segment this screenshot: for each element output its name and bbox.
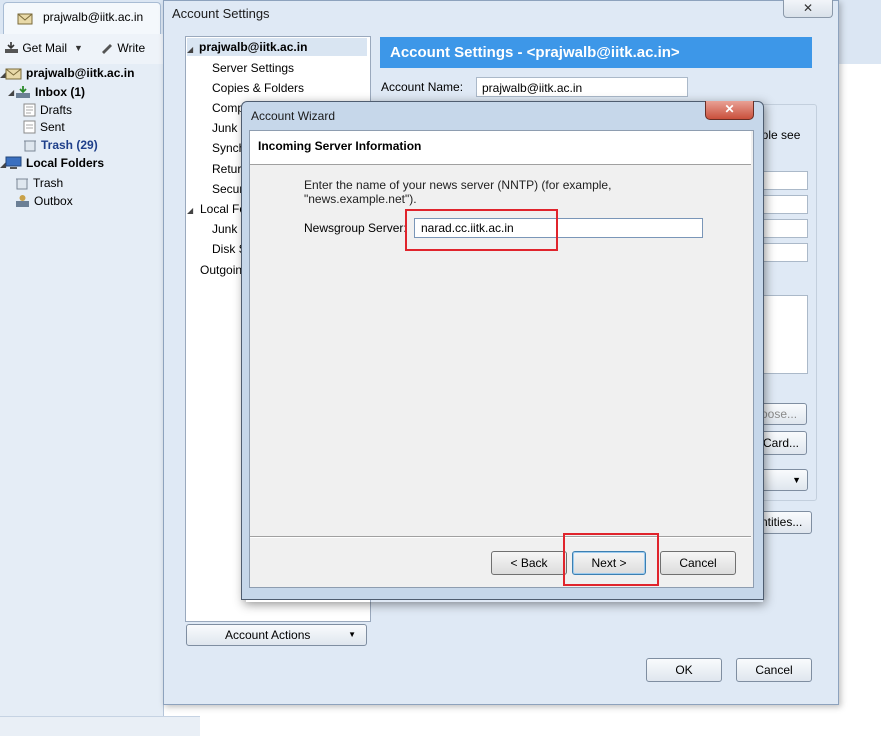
tab-label: prajwalb@iitk.ac.in — [43, 10, 144, 24]
account-settings-header: Account Settings - <prajwalb@iitk.ac.in> — [380, 37, 812, 68]
sent-icon — [23, 120, 36, 134]
ok-button[interactable]: OK — [646, 658, 722, 682]
inbox-twisty-icon[interactable]: ◢ — [8, 88, 14, 97]
mail-tab[interactable]: prajwalb@iitk.ac.in — [3, 2, 161, 35]
account-settings-header-text: Account Settings - <prajwalb@iitk.ac.in> — [390, 44, 680, 61]
tree-item-account[interactable]: prajwalb@iitk.ac.in — [199, 40, 307, 54]
your-name-input[interactable] — [760, 171, 808, 190]
wizard-title: Account Wizard — [251, 109, 336, 123]
account-name-label: Account Name: — [381, 80, 464, 94]
account-settings-title: Account Settings — [172, 6, 270, 21]
wizard-page-title: Incoming Server Information — [258, 139, 422, 153]
tree-item-local-folders[interactable]: Local Fo — [200, 202, 246, 216]
reply-to-input[interactable] — [760, 219, 808, 238]
dropdown-arrow-icon: ▼ — [348, 630, 356, 639]
tree-account-twisty-icon[interactable]: ◢ — [187, 45, 193, 54]
dropdown-arrow-icon: ▼ — [792, 475, 801, 485]
folder-local-trash[interactable]: Trash — [15, 175, 63, 192]
wizard-cancel-button[interactable]: Cancel — [660, 551, 736, 575]
choose-signature-button[interactable]: oose... — [760, 403, 807, 425]
wizard-separator — [250, 536, 751, 538]
account-actions-button[interactable]: Account Actions ▼ — [186, 624, 367, 646]
get-mail-dropdown-icon[interactable]: ▼ — [74, 38, 83, 58]
folder-inbox[interactable]: Inbox (1) — [15, 84, 85, 101]
tree-item-composition[interactable]: Comp — [212, 101, 244, 115]
write-label: Write — [117, 41, 146, 55]
outgoing-server-select[interactable]: ▼ — [760, 469, 808, 491]
folder-trash[interactable]: Trash (29) — [23, 137, 98, 154]
back-button[interactable]: < Back — [491, 551, 567, 575]
tree-item-local-junk[interactable]: Junk — [212, 222, 237, 236]
folder-drafts[interactable]: Drafts — [23, 102, 72, 119]
pencil-icon — [102, 44, 112, 54]
status-bar — [0, 716, 200, 736]
write-button[interactable]: Write — [100, 38, 145, 58]
cancel-button[interactable]: Cancel — [736, 658, 812, 682]
edit-card-button[interactable]: Card... — [760, 431, 807, 455]
get-mail-label: Get Mail — [22, 41, 68, 55]
tree-item-copies-folders[interactable]: Copies & Folders — [212, 81, 304, 95]
tree-item-outgoing[interactable]: Outgoin — [200, 263, 242, 277]
tree-item-junk[interactable]: Junk — [212, 121, 237, 135]
computer-icon — [5, 156, 22, 169]
tree-item-security[interactable]: Secur — [212, 182, 243, 196]
get-mail-icon — [5, 42, 18, 53]
drafts-icon — [23, 103, 36, 117]
inbox-envelope-icon — [17, 13, 33, 25]
organization-input[interactable] — [760, 243, 808, 262]
server-highlight-box — [405, 209, 558, 251]
wizard-description-line1: Enter the name of your news server (NNTP… — [304, 178, 612, 192]
tree-local-twisty-icon[interactable]: ◢ — [187, 206, 193, 215]
toolbar-right — [838, 34, 881, 64]
folder-local-folders[interactable]: Local Folders — [5, 155, 104, 172]
folder-sent[interactable]: Sent — [23, 119, 65, 136]
email-address-input[interactable] — [760, 195, 808, 214]
wizard-close-button[interactable]: ✕ — [705, 101, 754, 120]
tree-item-server-settings[interactable]: Server Settings — [212, 61, 294, 75]
tree-item-return[interactable]: Retur — [212, 162, 241, 176]
signature-textarea[interactable] — [760, 295, 808, 374]
trash-icon — [16, 178, 28, 190]
trash-icon — [24, 140, 36, 152]
account-envelope-icon — [5, 68, 22, 80]
outbox-icon — [16, 195, 29, 207]
account-settings-close-button[interactable]: ✕ — [783, 0, 833, 18]
folder-outbox[interactable]: Outbox — [15, 193, 73, 210]
get-mail-button[interactable]: Get Mail — [4, 38, 67, 58]
folder-account[interactable]: prajwalb@iitk.ac.in — [5, 65, 134, 82]
account-actions-label: Account Actions — [225, 628, 311, 642]
account-name-input[interactable]: prajwalb@iitk.ac.in — [476, 77, 688, 97]
inbox-icon — [16, 86, 30, 98]
next-highlight-box — [563, 533, 659, 586]
newsgroup-server-label: Newsgroup Server: — [304, 221, 407, 235]
wizard-description-line2: "news.example.net"). — [304, 192, 417, 206]
